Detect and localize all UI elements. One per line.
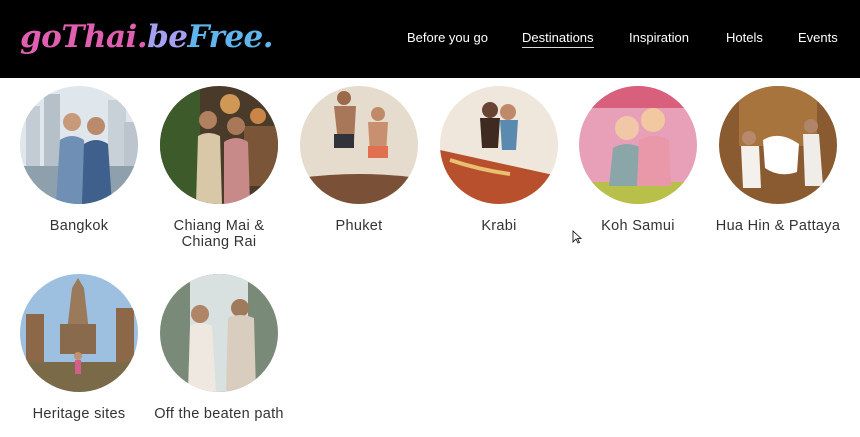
destination-card-heritage-sites[interactable]: Heritage sites: [9, 274, 149, 437]
nav-inspiration[interactable]: Inspiration: [629, 30, 689, 46]
destination-card-krabi[interactable]: Krabi: [429, 86, 569, 256]
night-market-photo-icon: [160, 86, 278, 204]
destination-label: Koh Samui: [601, 218, 675, 234]
destination-label: Bangkok: [49, 218, 109, 234]
destination-card-phuket[interactable]: Phuket: [289, 86, 429, 256]
nav-hotels[interactable]: Hotels: [726, 30, 763, 46]
mouse-pointer-icon: [572, 230, 582, 244]
destination-label: Hua Hin & Pattaya: [715, 218, 841, 234]
destination-label: Krabi: [481, 218, 517, 234]
temple-ruins-photo-icon: [20, 274, 138, 392]
destination-label: Off the beaten path: [154, 406, 284, 422]
waterfall-photo-icon: [160, 274, 278, 392]
destination-card-off-the-beaten-path[interactable]: Off the beaten path: [149, 274, 289, 437]
destination-label: Heritage sites: [32, 406, 126, 422]
city-skyline-photo-icon: [20, 86, 138, 204]
nav-before-you-go[interactable]: Before you go: [407, 30, 488, 46]
destination-label: Chiang Mai & Chiang Rai: [173, 218, 265, 250]
nav-destinations[interactable]: Destinations: [522, 30, 594, 48]
destination-card-koh-samui[interactable]: Koh Samui: [568, 86, 708, 256]
destination-card-chiang-mai-chiang-rai[interactable]: Chiang Mai & Chiang Rai: [149, 86, 289, 256]
longtail-boat-photo-icon: [440, 86, 558, 204]
destination-card-hua-hin-pattaya[interactable]: Hua Hin & Pattaya: [708, 86, 848, 256]
tuk-tuk-selfie-photo-icon: [579, 86, 697, 204]
destination-card-bangkok[interactable]: Bangkok: [9, 86, 149, 256]
boat-dancing-photo-icon: [300, 86, 418, 204]
gothai-befree-logo[interactable]: goThai.beFree.: [20, 17, 274, 57]
top-navigation-bar: goThai.beFree. Before you go Destination…: [0, 0, 860, 78]
nav-events[interactable]: Events: [798, 30, 838, 46]
hotel-pillow-fight-photo-icon: [719, 86, 837, 204]
destination-label: Phuket: [335, 218, 383, 234]
